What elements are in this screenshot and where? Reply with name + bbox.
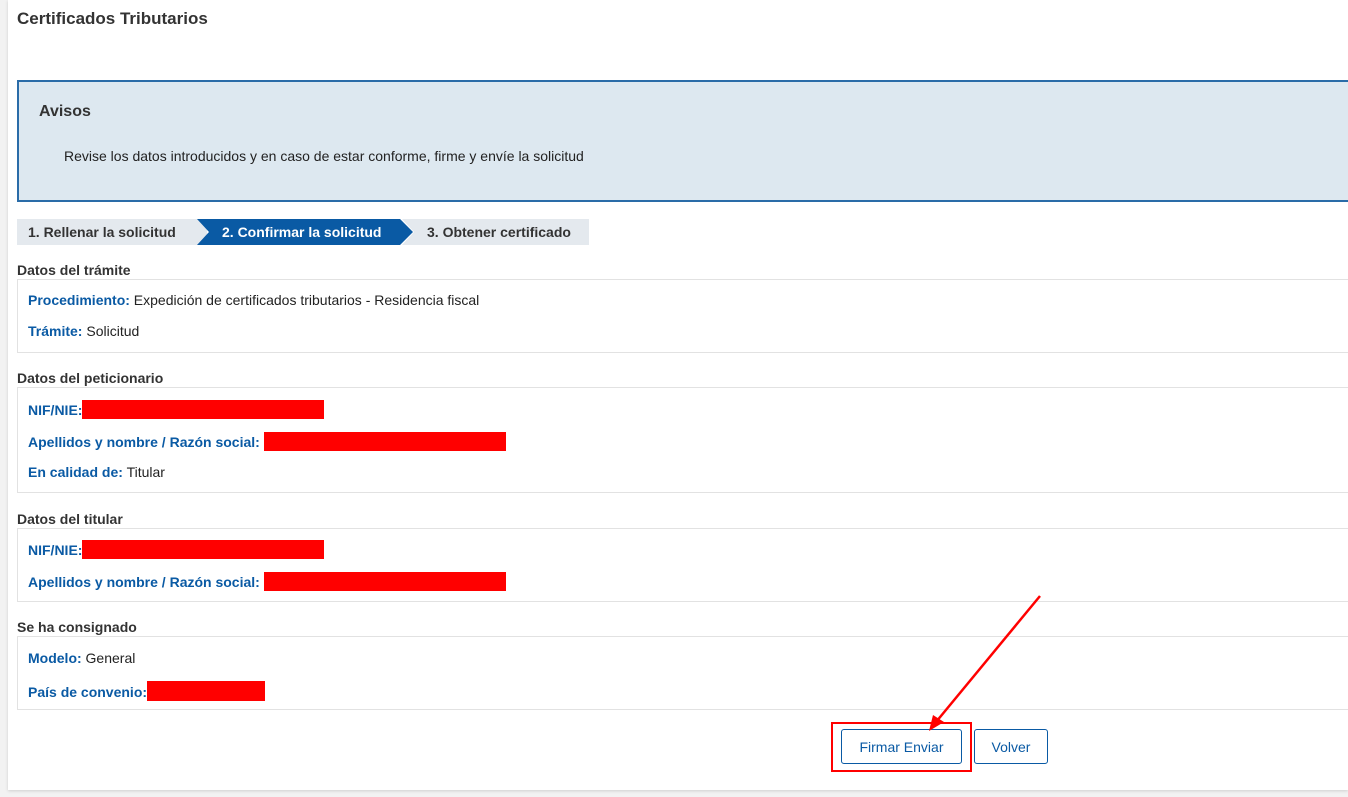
- field-value: Titular: [126, 464, 165, 480]
- field-procedimiento: Procedimiento: Expedición de certificado…: [28, 292, 479, 308]
- section-titular: NIF/NIE: Apellidos y nombre / Razón soci…: [17, 528, 1348, 602]
- step-fill-request: 1. Rellenar la solicitud: [17, 219, 207, 245]
- field-label: País de convenio:: [28, 684, 148, 700]
- field-nif-titular: NIF/NIE:: [28, 540, 325, 559]
- field-nombre-titular: Apellidos y nombre / Razón social:: [28, 572, 506, 591]
- field-nombre-peticionario: Apellidos y nombre / Razón social:: [28, 432, 506, 451]
- sign-send-button[interactable]: Firmar Enviar: [841, 729, 962, 764]
- field-nif-peticionario: NIF/NIE:: [28, 400, 325, 419]
- redacted-value: [263, 432, 506, 451]
- field-label: Apellidos y nombre / Razón social:: [28, 574, 260, 590]
- redacted-value: [82, 540, 325, 559]
- notice-panel: Avisos Revise los datos introducidos y e…: [17, 80, 1348, 202]
- field-label: Modelo:: [28, 650, 82, 666]
- field-label: Procedimiento:: [28, 292, 130, 308]
- back-button[interactable]: Volver: [974, 729, 1048, 764]
- redacted-value: [147, 681, 266, 701]
- field-label: Apellidos y nombre / Razón social:: [28, 434, 260, 450]
- step-confirm-request: 2. Confirmar la solicitud: [197, 219, 413, 245]
- field-value: Solicitud: [86, 323, 140, 339]
- field-label: NIF/NIE:: [28, 402, 83, 418]
- field-pais-convenio: País de convenio:: [28, 681, 266, 701]
- step-get-certificate: 3. Obtener certificado: [402, 219, 589, 245]
- field-label: En calidad de:: [28, 464, 123, 480]
- notice-text: Revise los datos introducidos y en caso …: [64, 148, 584, 164]
- section-peticionario: NIF/NIE: Apellidos y nombre / Razón soci…: [17, 387, 1348, 493]
- field-label: NIF/NIE:: [28, 542, 83, 558]
- section-tramite: Procedimiento: Expedición de certificado…: [17, 279, 1348, 353]
- field-value: Expedición de certificados tributarios -…: [133, 292, 480, 308]
- field-modelo: Modelo: General: [28, 650, 135, 666]
- section-title-titular: Datos del titular: [17, 511, 123, 527]
- redacted-value: [263, 572, 506, 591]
- field-calidad: En calidad de: Titular: [28, 464, 165, 480]
- section-title-peticionario: Datos del peticionario: [17, 370, 164, 386]
- section-title-consignado: Se ha consignado: [17, 619, 137, 635]
- notice-title: Avisos: [39, 103, 91, 120]
- field-value: General: [85, 650, 136, 666]
- section-title-tramite: Datos del trámite: [17, 262, 131, 278]
- field-tramite: Trámite: Solicitud: [28, 323, 139, 339]
- redacted-value: [82, 400, 325, 419]
- section-consignado: Modelo: General País de convenio:: [17, 636, 1348, 710]
- field-label: Trámite:: [28, 323, 83, 339]
- page-title: Certificados Tributarios: [17, 9, 208, 28]
